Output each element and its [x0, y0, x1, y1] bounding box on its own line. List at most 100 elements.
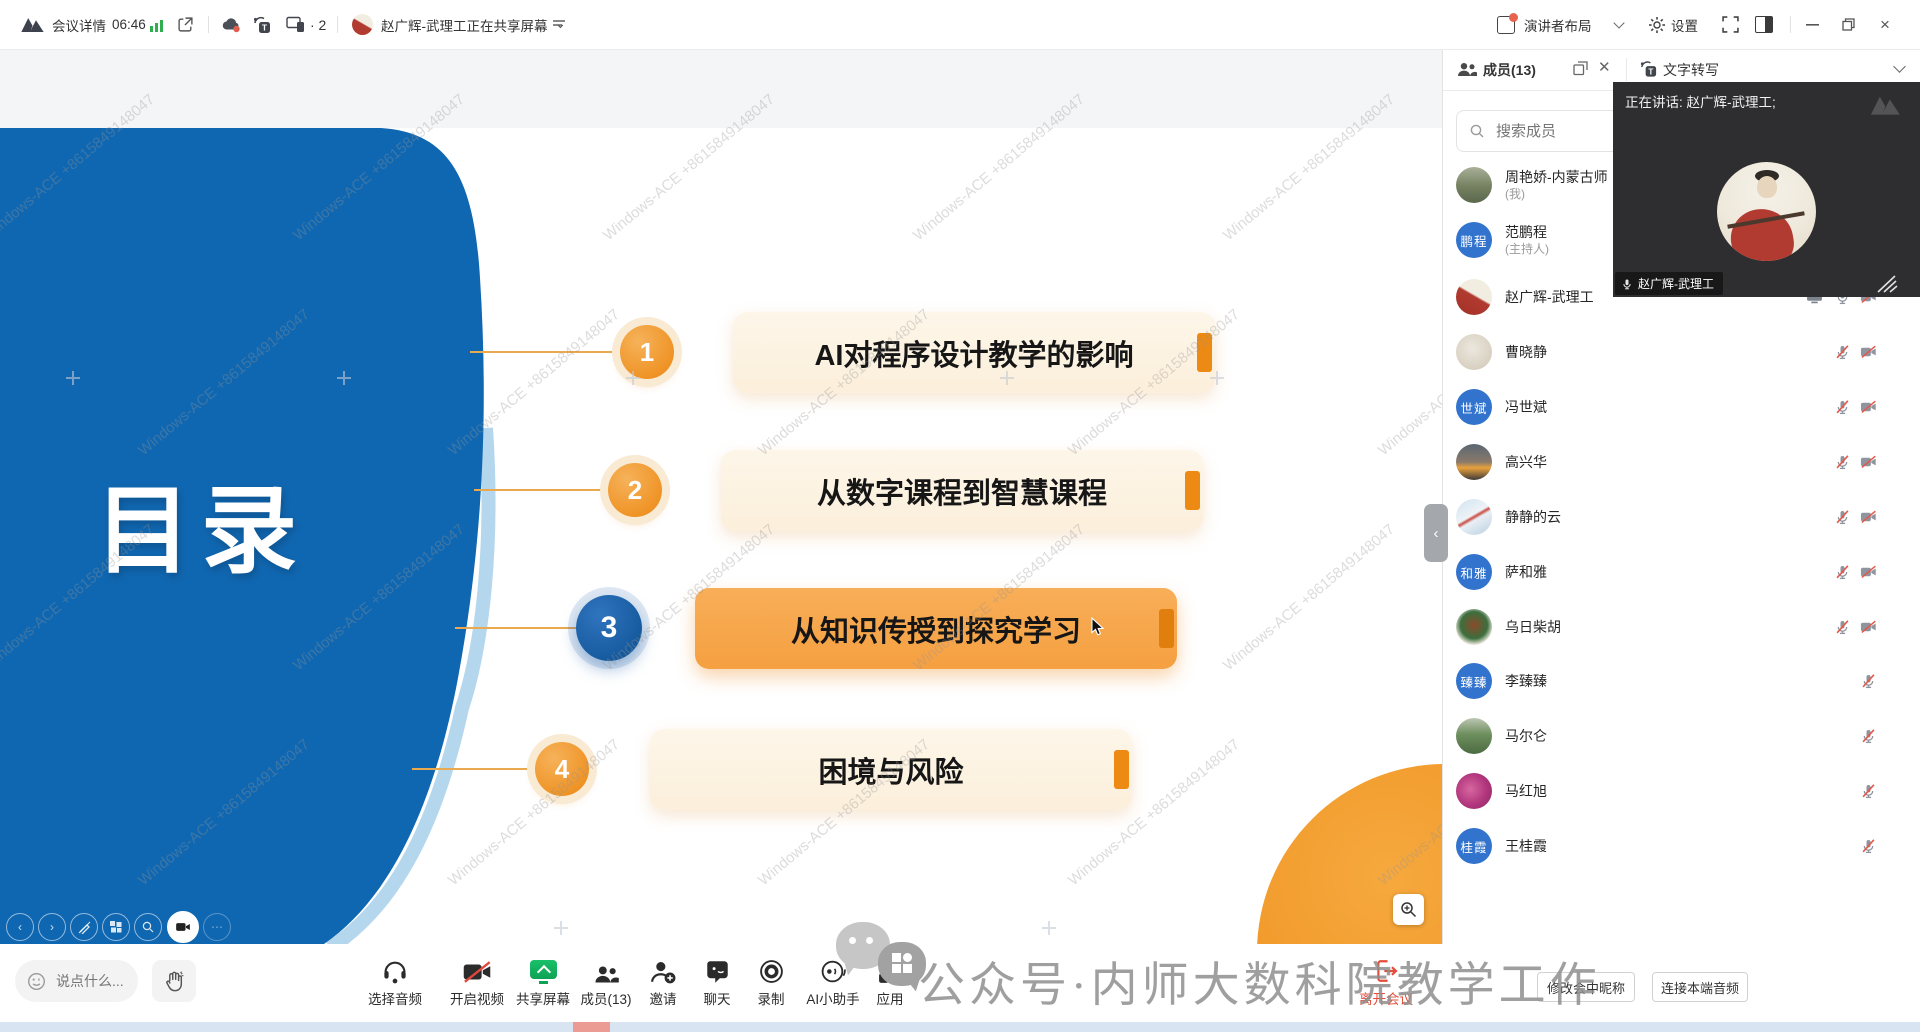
side-panel-toggle-icon[interactable] — [1755, 0, 1773, 49]
zoom-in-button[interactable] — [1393, 894, 1424, 925]
settings-button[interactable]: 设置 — [1671, 0, 1698, 49]
annotate-pen-icon[interactable] — [70, 913, 98, 941]
member-row[interactable]: 世斌 冯世斌 — [1456, 385, 1906, 429]
toc-item-3-label: 从知识传授到探究学习 — [791, 608, 1081, 650]
annotate-more-icon[interactable]: ⋯ — [203, 913, 231, 941]
open-external-icon[interactable] — [177, 0, 194, 49]
member-name: 马尔仑 — [1505, 727, 1547, 745]
diagonal-watermark: Windows-ACE +8615849148047 — [1375, 306, 1442, 459]
gear-icon[interactable] — [1648, 0, 1666, 49]
chevron-down-icon[interactable] — [1615, 0, 1623, 49]
chevron-down-icon[interactable] — [1893, 60, 1906, 73]
diagonal-watermark: Windows-ACE +8615849148047 — [1220, 521, 1398, 674]
title-bar: 会议详情 06:46 T · 2 赵广辉-武理工正在共享屏幕 — [0, 0, 1920, 50]
member-name: 高兴华 — [1505, 453, 1547, 471]
member-name: 李臻臻 — [1505, 672, 1547, 690]
speaker-name: 赵广辉-武理工 — [1638, 275, 1714, 292]
chat-bubble-icon — [705, 960, 730, 984]
speaker-name-tag: 赵广辉-武理工 — [1615, 272, 1723, 295]
toc-number-2: 2 — [608, 463, 662, 517]
annotate-prev-icon[interactable]: ‹ — [6, 913, 34, 941]
transcript-icon: T — [1639, 60, 1658, 78]
toc-item-4-label: 困境与风险 — [818, 749, 963, 791]
svg-text:T: T — [1648, 67, 1653, 76]
member-role: (我) — [1505, 186, 1608, 202]
connector-line — [470, 351, 622, 353]
avatar: 和雅 — [1456, 554, 1492, 590]
transcription-status-icon[interactable]: T — [252, 0, 272, 49]
app-logo-icon — [20, 0, 46, 49]
member-row[interactable]: 静静的云 — [1456, 495, 1906, 539]
close-icon[interactable]: × — [1870, 0, 1900, 49]
speaker-video-tile[interactable]: 正在讲话: 赵广辉-武理工; 赵广辉-武理工 — [1613, 82, 1920, 297]
maximize-button[interactable] — [1833, 0, 1863, 49]
toolbar-video-button[interactable]: 开启视频 — [439, 948, 515, 1016]
toolbar-audio-button[interactable]: 选择音频 — [357, 948, 433, 1016]
mouse-cursor — [1090, 617, 1105, 637]
network-signal-icon — [150, 0, 165, 49]
connector-line — [412, 768, 536, 770]
cloud-record-icon[interactable] — [221, 0, 243, 49]
sharing-options-icon[interactable] — [552, 0, 568, 49]
toc-item-4: 困境与风险 — [650, 729, 1132, 810]
toc-number-3: 3 — [576, 595, 642, 661]
member-row[interactable]: 桂霞 王桂霞 — [1456, 824, 1906, 868]
accent-bar — [1114, 750, 1129, 789]
layout-switch-button[interactable]: 演讲者布局 — [1524, 0, 1592, 49]
meeting-details-button[interactable]: 会议详情 — [52, 0, 106, 49]
toc-item-2: 从数字课程到智慧课程 — [721, 450, 1203, 531]
member-row[interactable]: 曹晓静 — [1456, 330, 1906, 374]
avatar — [1456, 499, 1492, 535]
avatar: 鹏程 — [1456, 222, 1492, 258]
mic-muted-icon — [1834, 509, 1851, 525]
member-row[interactable]: 高兴华 — [1456, 440, 1906, 484]
tab-transcript[interactable]: 文字转写 — [1663, 60, 1719, 80]
avatar — [1456, 167, 1492, 203]
share-screen-icon — [530, 960, 557, 984]
quick-chat-pill[interactable] — [15, 960, 138, 1002]
annotate-magnifier-icon[interactable] — [134, 913, 162, 941]
brand-watermark-icon — [1868, 94, 1904, 116]
annotate-camera-icon[interactable] — [167, 911, 199, 943]
tab-members[interactable]: 成员(13) — [1483, 60, 1536, 80]
mic-muted-icon — [1834, 344, 1851, 360]
sharing-status-text: 赵广辉-武理工正在共享屏幕 — [381, 0, 548, 49]
raise-hand-icon — [163, 970, 185, 993]
connector-line — [474, 489, 610, 491]
member-name: 范鹏程 — [1505, 223, 1549, 241]
sidebar-collapse-handle[interactable]: ‹ — [1424, 504, 1448, 562]
toc-number-4: 4 — [535, 742, 589, 796]
close-icon[interactable]: ✕ — [1598, 58, 1611, 76]
shared-screens-icon[interactable] — [286, 0, 306, 49]
avatar: 臻臻 — [1456, 663, 1492, 699]
smiley-icon — [27, 971, 46, 992]
member-row[interactable]: 马尔仑 — [1456, 714, 1906, 758]
connect-audio-button[interactable]: 连接本端音频 — [1652, 972, 1748, 1002]
speaking-indicator: 正在讲话: 赵广辉-武理工; — [1625, 91, 1776, 111]
camera-off-icon — [1860, 509, 1877, 525]
quick-chat-input[interactable] — [54, 972, 138, 990]
divider — [1790, 16, 1791, 33]
camera-off-icon — [1860, 454, 1877, 470]
camera-off-icon — [1860, 344, 1877, 360]
annotate-next-icon[interactable]: › — [38, 913, 66, 941]
camera-off-icon — [1860, 564, 1877, 580]
member-row[interactable]: 乌日柴胡 — [1456, 605, 1906, 649]
member-row[interactable]: 和雅 萨和雅 — [1456, 550, 1906, 594]
member-row[interactable]: 马红旭 — [1456, 769, 1906, 813]
minimize-button[interactable] — [1797, 0, 1827, 49]
avatar — [1456, 773, 1492, 809]
avatar — [1456, 444, 1492, 480]
member-row[interactable]: 臻臻 李臻臻 — [1456, 659, 1906, 703]
toolbar-members-button[interactable]: 成员(13) — [568, 948, 644, 1016]
fullscreen-icon[interactable] — [1722, 0, 1739, 49]
raise-hand-button[interactable] — [152, 960, 196, 1002]
account-watermark-text: 公众号·内师大数科院教学工作 — [918, 946, 1601, 1015]
member-name: 马红旭 — [1505, 782, 1547, 800]
search-icon — [1469, 123, 1485, 139]
annotate-windows-icon[interactable] — [102, 913, 130, 941]
accent-bar — [1197, 333, 1212, 372]
meeting-timer: 06:46 — [112, 0, 146, 49]
resize-grip-icon[interactable] — [1876, 275, 1898, 293]
popout-icon[interactable] — [1573, 61, 1588, 76]
